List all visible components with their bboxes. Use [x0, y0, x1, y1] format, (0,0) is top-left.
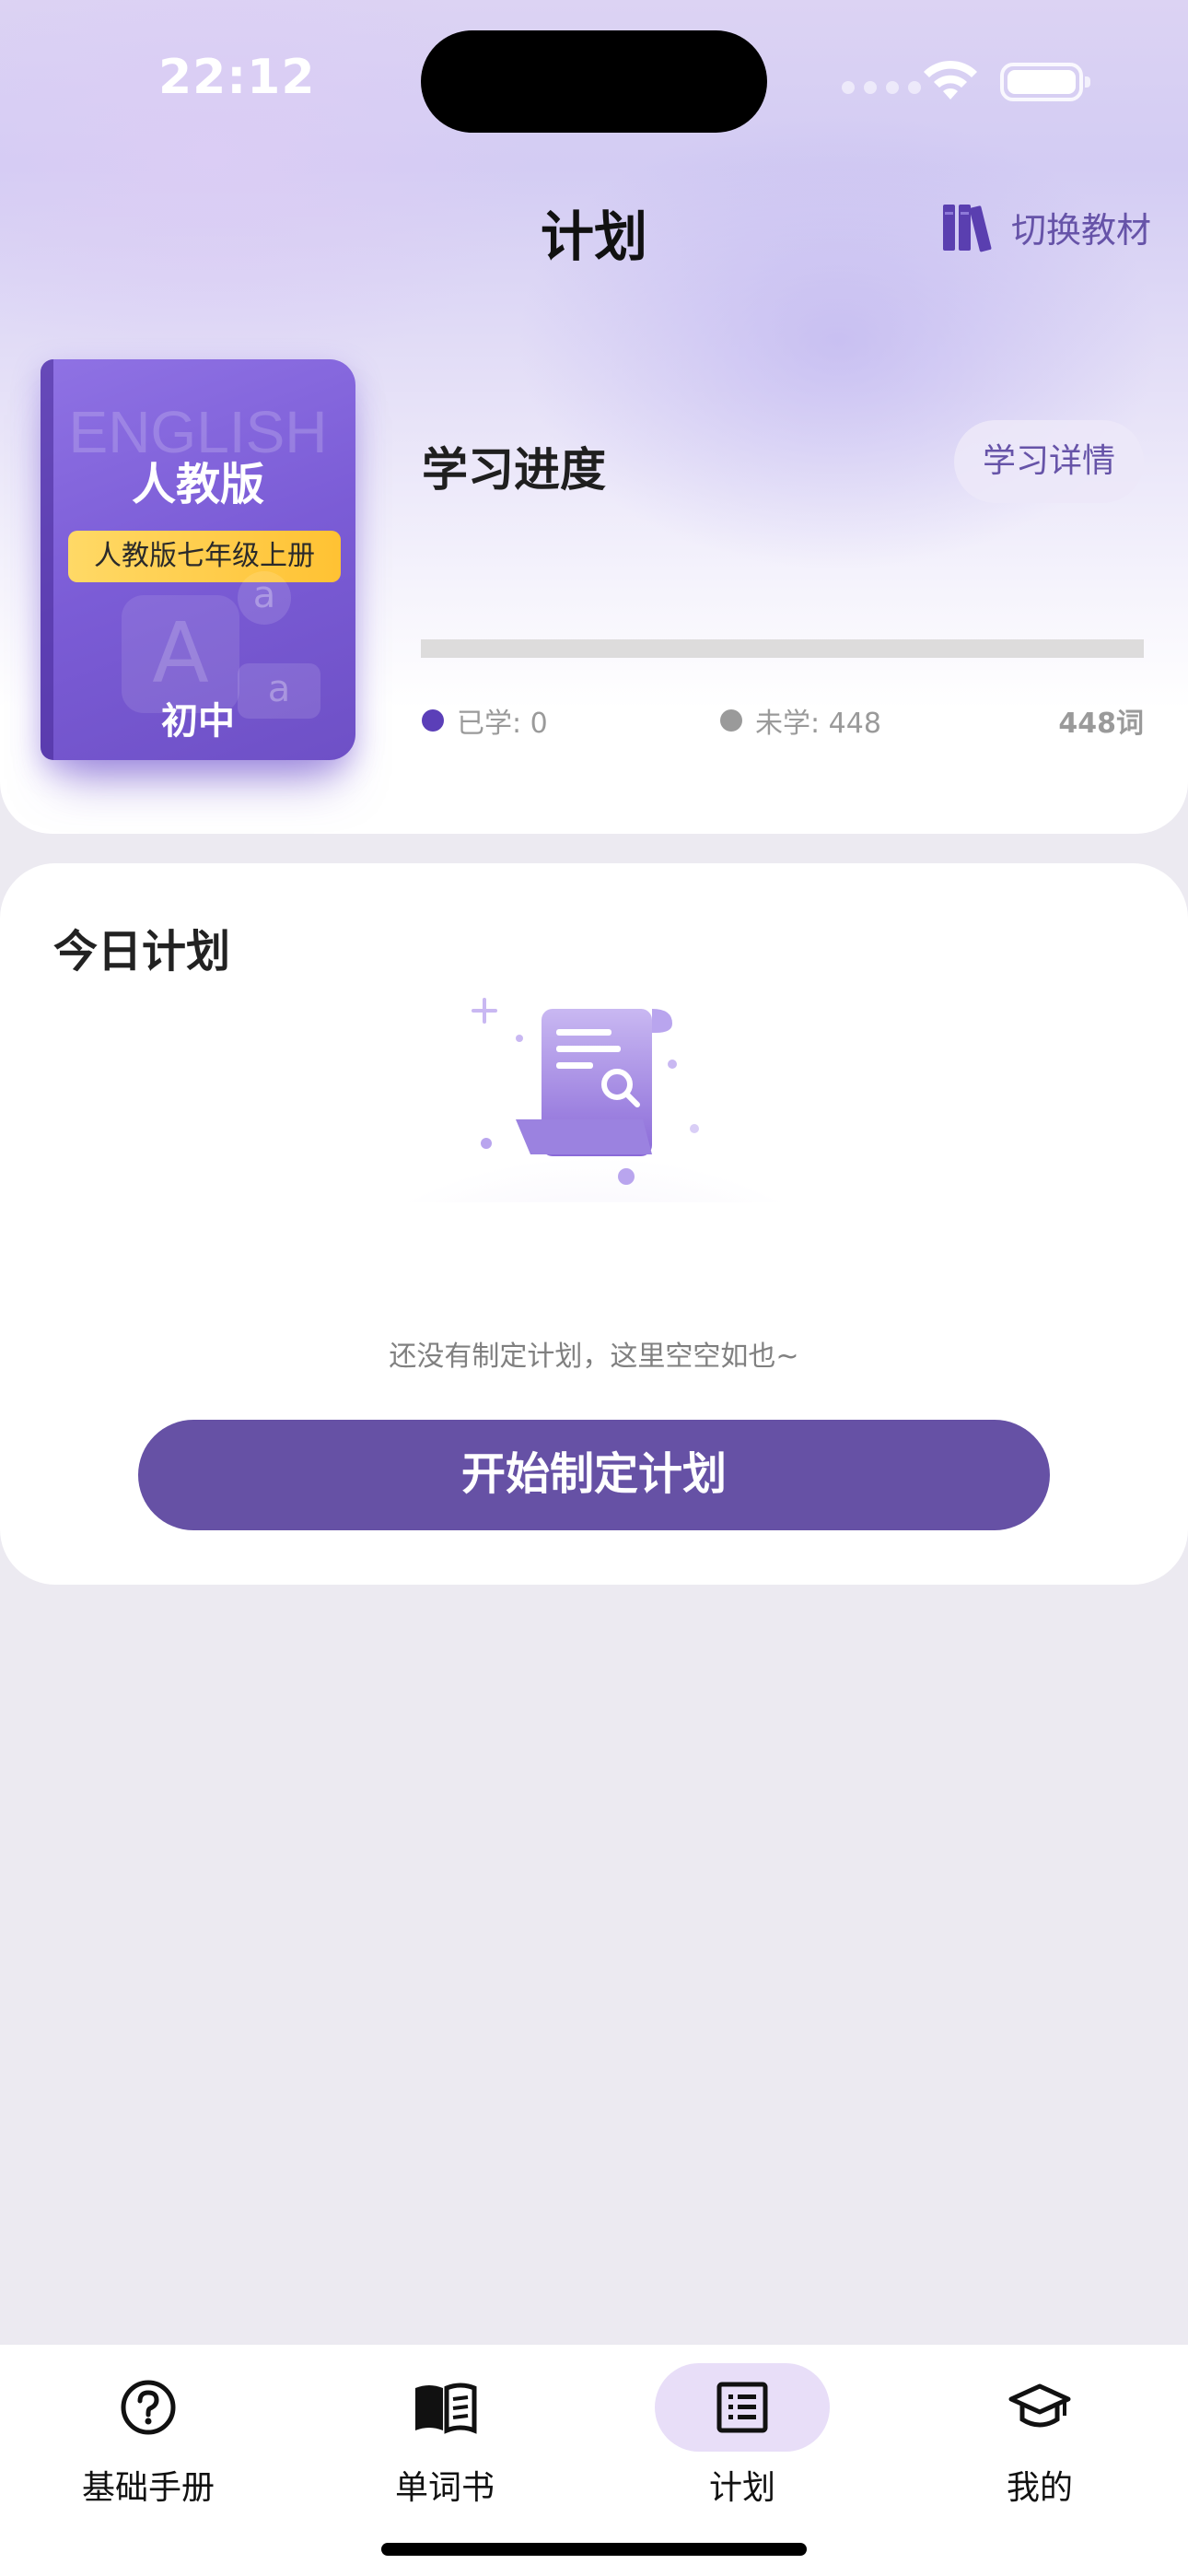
- tab-mine[interactable]: 我的: [929, 2363, 1150, 2547]
- progress-bar: [421, 639, 1144, 658]
- learned-count: 已学: 0: [457, 708, 548, 740]
- switch-textbook-label: 切换教材: [1011, 209, 1152, 251]
- today-plan-card: 今日计划 还没有制定计划，这里空空如也~ 开始制定计划: [0, 863, 1188, 1585]
- tab-word-book[interactable]: 单词书: [334, 2363, 555, 2547]
- battery-icon: [1000, 63, 1090, 101]
- study-detail-button[interactable]: 学习详情: [954, 420, 1144, 503]
- cover-grade-badge: 人教版七年级上册: [68, 531, 341, 582]
- cellular-signal-icon: [842, 81, 921, 94]
- graduation-cap-icon: [1008, 2383, 1071, 2428]
- cover-level: 初中: [161, 700, 235, 743]
- tab-label: 计划: [708, 2469, 775, 2507]
- cover-publisher: 人教版: [131, 459, 264, 510]
- switch-textbook-button[interactable]: 切换教材: [941, 201, 1151, 252]
- cover-letter-decoration-small: a: [238, 571, 291, 625]
- total-words: 448词: [1058, 708, 1144, 740]
- today-plan-title: 今日计划: [53, 926, 231, 978]
- question-circle-icon: [121, 2380, 176, 2435]
- tab-label: 我的: [1006, 2469, 1073, 2507]
- tab-label: 基础手册: [81, 2469, 215, 2507]
- learned-dot: [422, 709, 444, 732]
- open-book-icon: [415, 2383, 477, 2434]
- tab-label: 单词书: [394, 2469, 495, 2507]
- tab-basic-manual[interactable]: 基础手册: [38, 2363, 259, 2547]
- learned-legend: 已学: 0: [422, 700, 548, 741]
- progress-title: 学习进度: [422, 443, 606, 497]
- empty-plan-message: 还没有制定计划，这里空空如也~: [389, 1341, 799, 1373]
- wifi-icon: [924, 60, 977, 100]
- unlearned-dot: [720, 709, 742, 732]
- list-icon: [716, 2382, 768, 2433]
- textbook-cover[interactable]: ENGLISH 人教版 人教版七年级上册 A a a 初中: [41, 359, 355, 760]
- books-icon: [943, 205, 992, 252]
- status-time: 22:12: [158, 50, 316, 105]
- unlearned-count: 未学: 448: [755, 708, 881, 740]
- tab-plan[interactable]: 计划: [632, 2363, 853, 2547]
- unlearned-legend: 未学: 448: [720, 700, 881, 741]
- start-plan-button[interactable]: 开始制定计划: [138, 1420, 1050, 1530]
- empty-plan-illustration: [382, 998, 806, 1202]
- home-indicator: [381, 2543, 807, 2556]
- bottom-tab-bar: 基础手册 单词书 计划 我的: [0, 2345, 1188, 2576]
- dynamic-island: [421, 30, 767, 133]
